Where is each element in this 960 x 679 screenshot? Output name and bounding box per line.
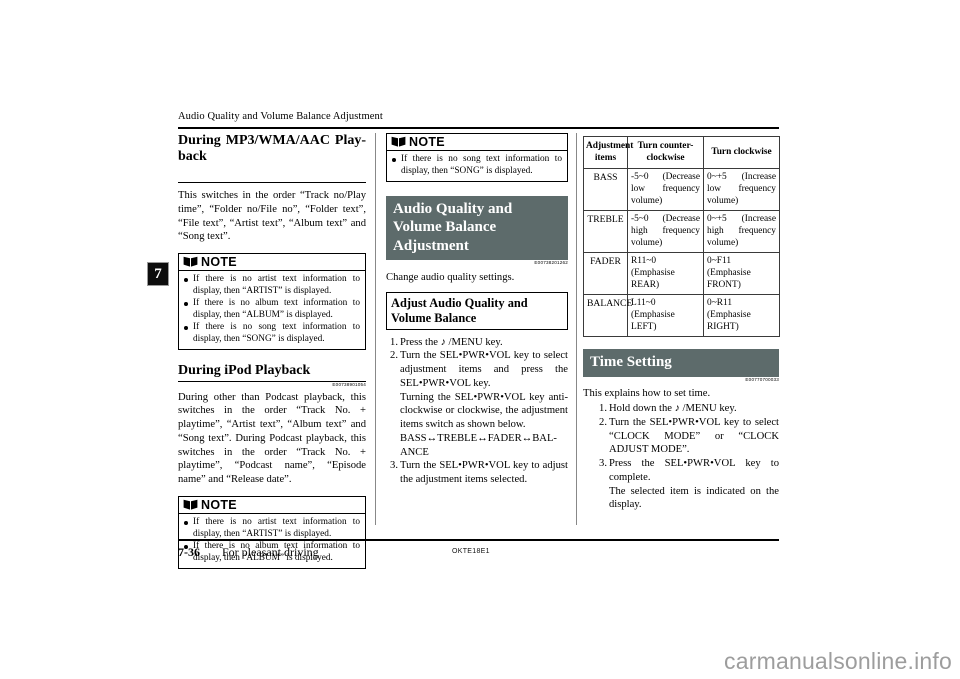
reference-code-ipod: E00738901054 <box>332 382 366 388</box>
step-item: Turn the SEL•PWR•VOL key to adjust the a… <box>386 459 568 487</box>
note-item: If there is no album text information to… <box>182 298 360 322</box>
document-id: OKTE18E1 <box>452 548 490 555</box>
table-row: TREBLE -5~0 (Decrease high frequency vol… <box>583 210 780 254</box>
table-cell-cw: 0~F11 (Emphasise FRONT) <box>703 252 780 296</box>
note-body: If there is no artist text information t… <box>179 514 365 568</box>
heading-ipod-playback: During iPod Playback <box>178 363 366 383</box>
table-cell-item: BASS <box>583 168 628 212</box>
table-cell-ccw: -5~0 (Decrease high frequency volume) <box>627 210 704 254</box>
table-row: BASS -5~0 (Decrease low frequency volume… <box>583 168 780 212</box>
footer-section-title: For pleasant driving <box>222 545 319 559</box>
step-line: Turn the SEL•PWR•VOL key to adjust the a… <box>400 460 568 486</box>
step-line: The selected item is indicated on the di… <box>609 485 779 511</box>
running-header: Audio Quality and Volume Balance Adjustm… <box>178 111 383 122</box>
step-line: Hold down the ♪ /MENU key. <box>609 403 737 415</box>
table-cell-ccw: L11~0 (Emphasise LEFT) <box>627 294 704 338</box>
note-header: NOTE <box>179 254 365 272</box>
table-cell-cw: 0~+5 (Increase low frequency volume) <box>703 168 780 212</box>
table-row: FADER R11~0 (Emphasise REAR) 0~F11 (Emph… <box>583 252 780 296</box>
watermark: carmanualsonline.info <box>724 648 952 674</box>
chapter-tab: 7 <box>148 263 168 285</box>
open-book-icon <box>183 499 198 511</box>
steps-time-setting: Hold down the ♪ /MENU key. Turn the SEL•… <box>583 402 779 512</box>
note-box-3: NOTE If there is no song text informatio… <box>386 133 568 183</box>
note-item: If there is no song text information to … <box>390 154 562 178</box>
note-item: If there is no song text information to … <box>182 322 360 346</box>
reference-code-time-setting: E00770700033 <box>745 376 779 382</box>
note-body: If there is no song text information to … <box>387 151 567 181</box>
table-cell-ccw: R11~0 (Emphasise REAR) <box>627 252 704 296</box>
adjustment-items-table: Adjustment items Turn counter-clockwise … <box>583 135 780 338</box>
note-label: NOTE <box>409 135 445 149</box>
note-header: NOTE <box>387 134 567 151</box>
table-header-cell: Turn counter-clockwise <box>627 135 704 170</box>
open-book-icon <box>183 256 198 268</box>
intro-audio-quality: Change audio quality settings. <box>386 271 515 283</box>
table-row: BALANCE L11~0 (Emphasise LEFT) 0~R11 (Em… <box>583 294 780 338</box>
step-line: Turn the SEL•PWR•VOL key to select adjus… <box>400 350 568 389</box>
table-header-cell: Adjustment items <box>583 135 633 170</box>
column-right: Adjustment items Turn counter-clockwise … <box>583 133 780 512</box>
banner-time-setting: Time Setting <box>583 349 779 377</box>
step-item: Hold down the ♪ /MENU key. <box>595 402 779 416</box>
intro-time-setting: This explains how to set time. <box>583 388 711 400</box>
note-body: If there is no artist text information t… <box>179 271 365 349</box>
page-number: 7-36 <box>178 545 200 559</box>
paragraph-ipod-playback: During other than Podcast playback, this… <box>178 391 366 486</box>
paragraph-mp3-playback: This switches in the order “Track no/Pla… <box>178 190 366 243</box>
open-book-icon <box>391 136 406 148</box>
note-box-1: NOTE If there is no artist text informat… <box>178 253 366 351</box>
heading-mp3-playback: During MP3/WMA/AAC Play-back <box>178 133 366 184</box>
footer-divider <box>178 539 779 541</box>
note-header: NOTE <box>179 497 365 514</box>
table-cell-item: FADER <box>583 252 628 296</box>
step-item: Turn the SEL•PWR•VOL key to select adjus… <box>386 349 568 459</box>
note-item: If there is no artist text information t… <box>182 274 360 298</box>
step-line: Press the SEL•PWR•VOL key to complete. <box>609 458 779 483</box>
column-middle: NOTE If there is no song text informatio… <box>386 133 568 487</box>
step-item: Press the SEL•PWR•VOL key to complete. T… <box>595 457 779 512</box>
manual-page: Audio Quality and Volume Balance Adjustm… <box>0 0 960 679</box>
subheading-adjust-audio: Adjust Audio Quality and Volume Balance <box>386 292 568 330</box>
table-cell-ccw: -5~0 (Decrease low frequency volume) <box>627 168 704 212</box>
reference-code-audio-quality: E00738201262 <box>534 259 568 265</box>
table-header-row: Adjustment items Turn counter-clockwise … <box>583 135 780 170</box>
step-item: Turn the SEL•PWR•VOL key to select “CLOC… <box>595 416 779 457</box>
step-line: Press the ♪ /MENU key. <box>400 336 503 348</box>
column-divider-2 <box>576 133 577 525</box>
table-cell-item: TREBLE <box>583 210 628 254</box>
header-divider <box>178 127 779 129</box>
step-line: Turning the SEL•PWR•VOL key anti-clockwi… <box>400 391 568 431</box>
note-label: NOTE <box>201 255 237 270</box>
table-cell-cw: 0~R11 (Emphasise RIGHT) <box>703 294 780 338</box>
column-divider-1 <box>375 133 376 525</box>
step-item: Press the ♪ /MENU key. <box>386 336 568 350</box>
steps-adjust-audio: Press the ♪ /MENU key. Turn the SEL•PWR•… <box>386 336 568 487</box>
banner-audio-quality: Audio Quality and Volume Balance Adjustm… <box>386 196 568 260</box>
note-label: NOTE <box>201 497 237 512</box>
step-line: Turn the SEL•PWR•VOL key to select “CLOC… <box>609 416 779 456</box>
note-item: If there is no artist text information t… <box>182 517 360 541</box>
step-line: BASS↔TREBLE↔FADER↔BAL-ANCE <box>400 432 557 458</box>
table-cell-cw: 0~+5 (Increase high frequency volume) <box>703 210 780 254</box>
note-list: If there is no artist text information t… <box>182 274 360 346</box>
note-list: If there is no song text information to … <box>390 154 562 178</box>
column-left: During MP3/WMA/AAC Play-back This switch… <box>178 133 366 570</box>
table-header-cell: Turn clockwise <box>703 135 780 170</box>
table-cell-item: BALANCE <box>583 294 632 338</box>
